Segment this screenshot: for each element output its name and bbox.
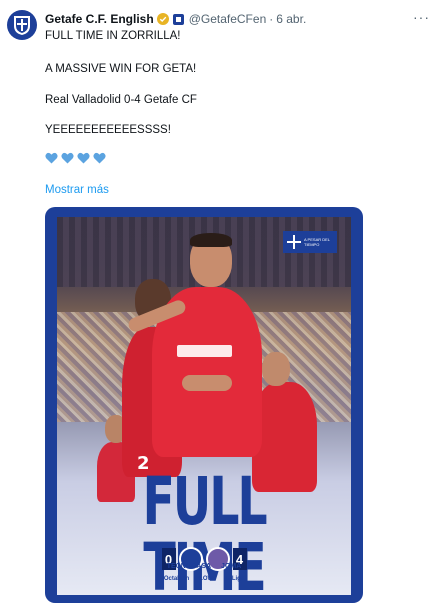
sponsor-logo: TECNOCASA bbox=[166, 563, 212, 570]
player-hair bbox=[190, 233, 232, 247]
blue-heart-icon bbox=[77, 152, 90, 164]
corner-badge: A PESAR DEL TIEMPO bbox=[283, 231, 337, 253]
match-photo: 2 A PESAR DEL TIEMPO FULL TIME 0 4 TECNO… bbox=[57, 217, 351, 595]
org-affiliation-icon[interactable] bbox=[172, 13, 184, 25]
tweet-text-line-3: Real Valladolid 0-4 Getafe CF bbox=[45, 94, 197, 106]
cross-icon bbox=[287, 235, 301, 249]
tweet-media-image[interactable]: 2 A PESAR DEL TIEMPO FULL TIME 0 4 TECNO… bbox=[45, 207, 363, 603]
shirt-sponsor-logo bbox=[177, 345, 232, 357]
verified-badge-icon bbox=[156, 13, 169, 25]
sponsor-logo: Octalsan bbox=[163, 576, 190, 582]
sponsor-logo: LOWI bbox=[199, 576, 215, 582]
sponsor-logo: JOMA bbox=[221, 563, 242, 570]
blue-heart-icon bbox=[61, 152, 74, 164]
tweet[interactable]: Getafe C.F. English @GetafeCFen · 6 abr.… bbox=[0, 0, 440, 603]
timestamp[interactable]: 6 abr. bbox=[276, 12, 306, 26]
blue-heart-icon bbox=[93, 152, 106, 164]
tweet-header: Getafe C.F. English @GetafeCFen · 6 abr. bbox=[45, 10, 432, 28]
avatar[interactable] bbox=[7, 10, 37, 40]
sponsor-logo: LaLiga bbox=[224, 576, 245, 582]
player-fist bbox=[182, 375, 232, 391]
getafe-crest-icon bbox=[14, 16, 30, 35]
show-more-link[interactable]: Mostrar más bbox=[45, 184, 109, 196]
corner-badge-text: A PESAR DEL TIEMPO bbox=[304, 237, 330, 247]
account-handle[interactable]: @GetafeCFen bbox=[189, 12, 267, 26]
tweet-text-line-2: A MASSIVE WIN FOR GETA! bbox=[45, 63, 197, 75]
more-options-icon[interactable]: ··· bbox=[413, 9, 430, 25]
tweet-text-line-4: YEEEEEEEEEEESSSS! bbox=[45, 124, 171, 136]
player-right-head bbox=[262, 352, 290, 386]
tweet-text-line-1: FULL TIME IN ZORRILLA! bbox=[45, 30, 181, 42]
blue-hearts bbox=[45, 152, 106, 164]
separator-dot: · bbox=[269, 12, 274, 26]
sponsor-strip: TECNOCASA JOMA Octalsan LOWI LaLiga bbox=[57, 559, 351, 593]
blue-heart-icon bbox=[45, 152, 58, 164]
account-name[interactable]: Getafe C.F. English bbox=[45, 12, 154, 26]
